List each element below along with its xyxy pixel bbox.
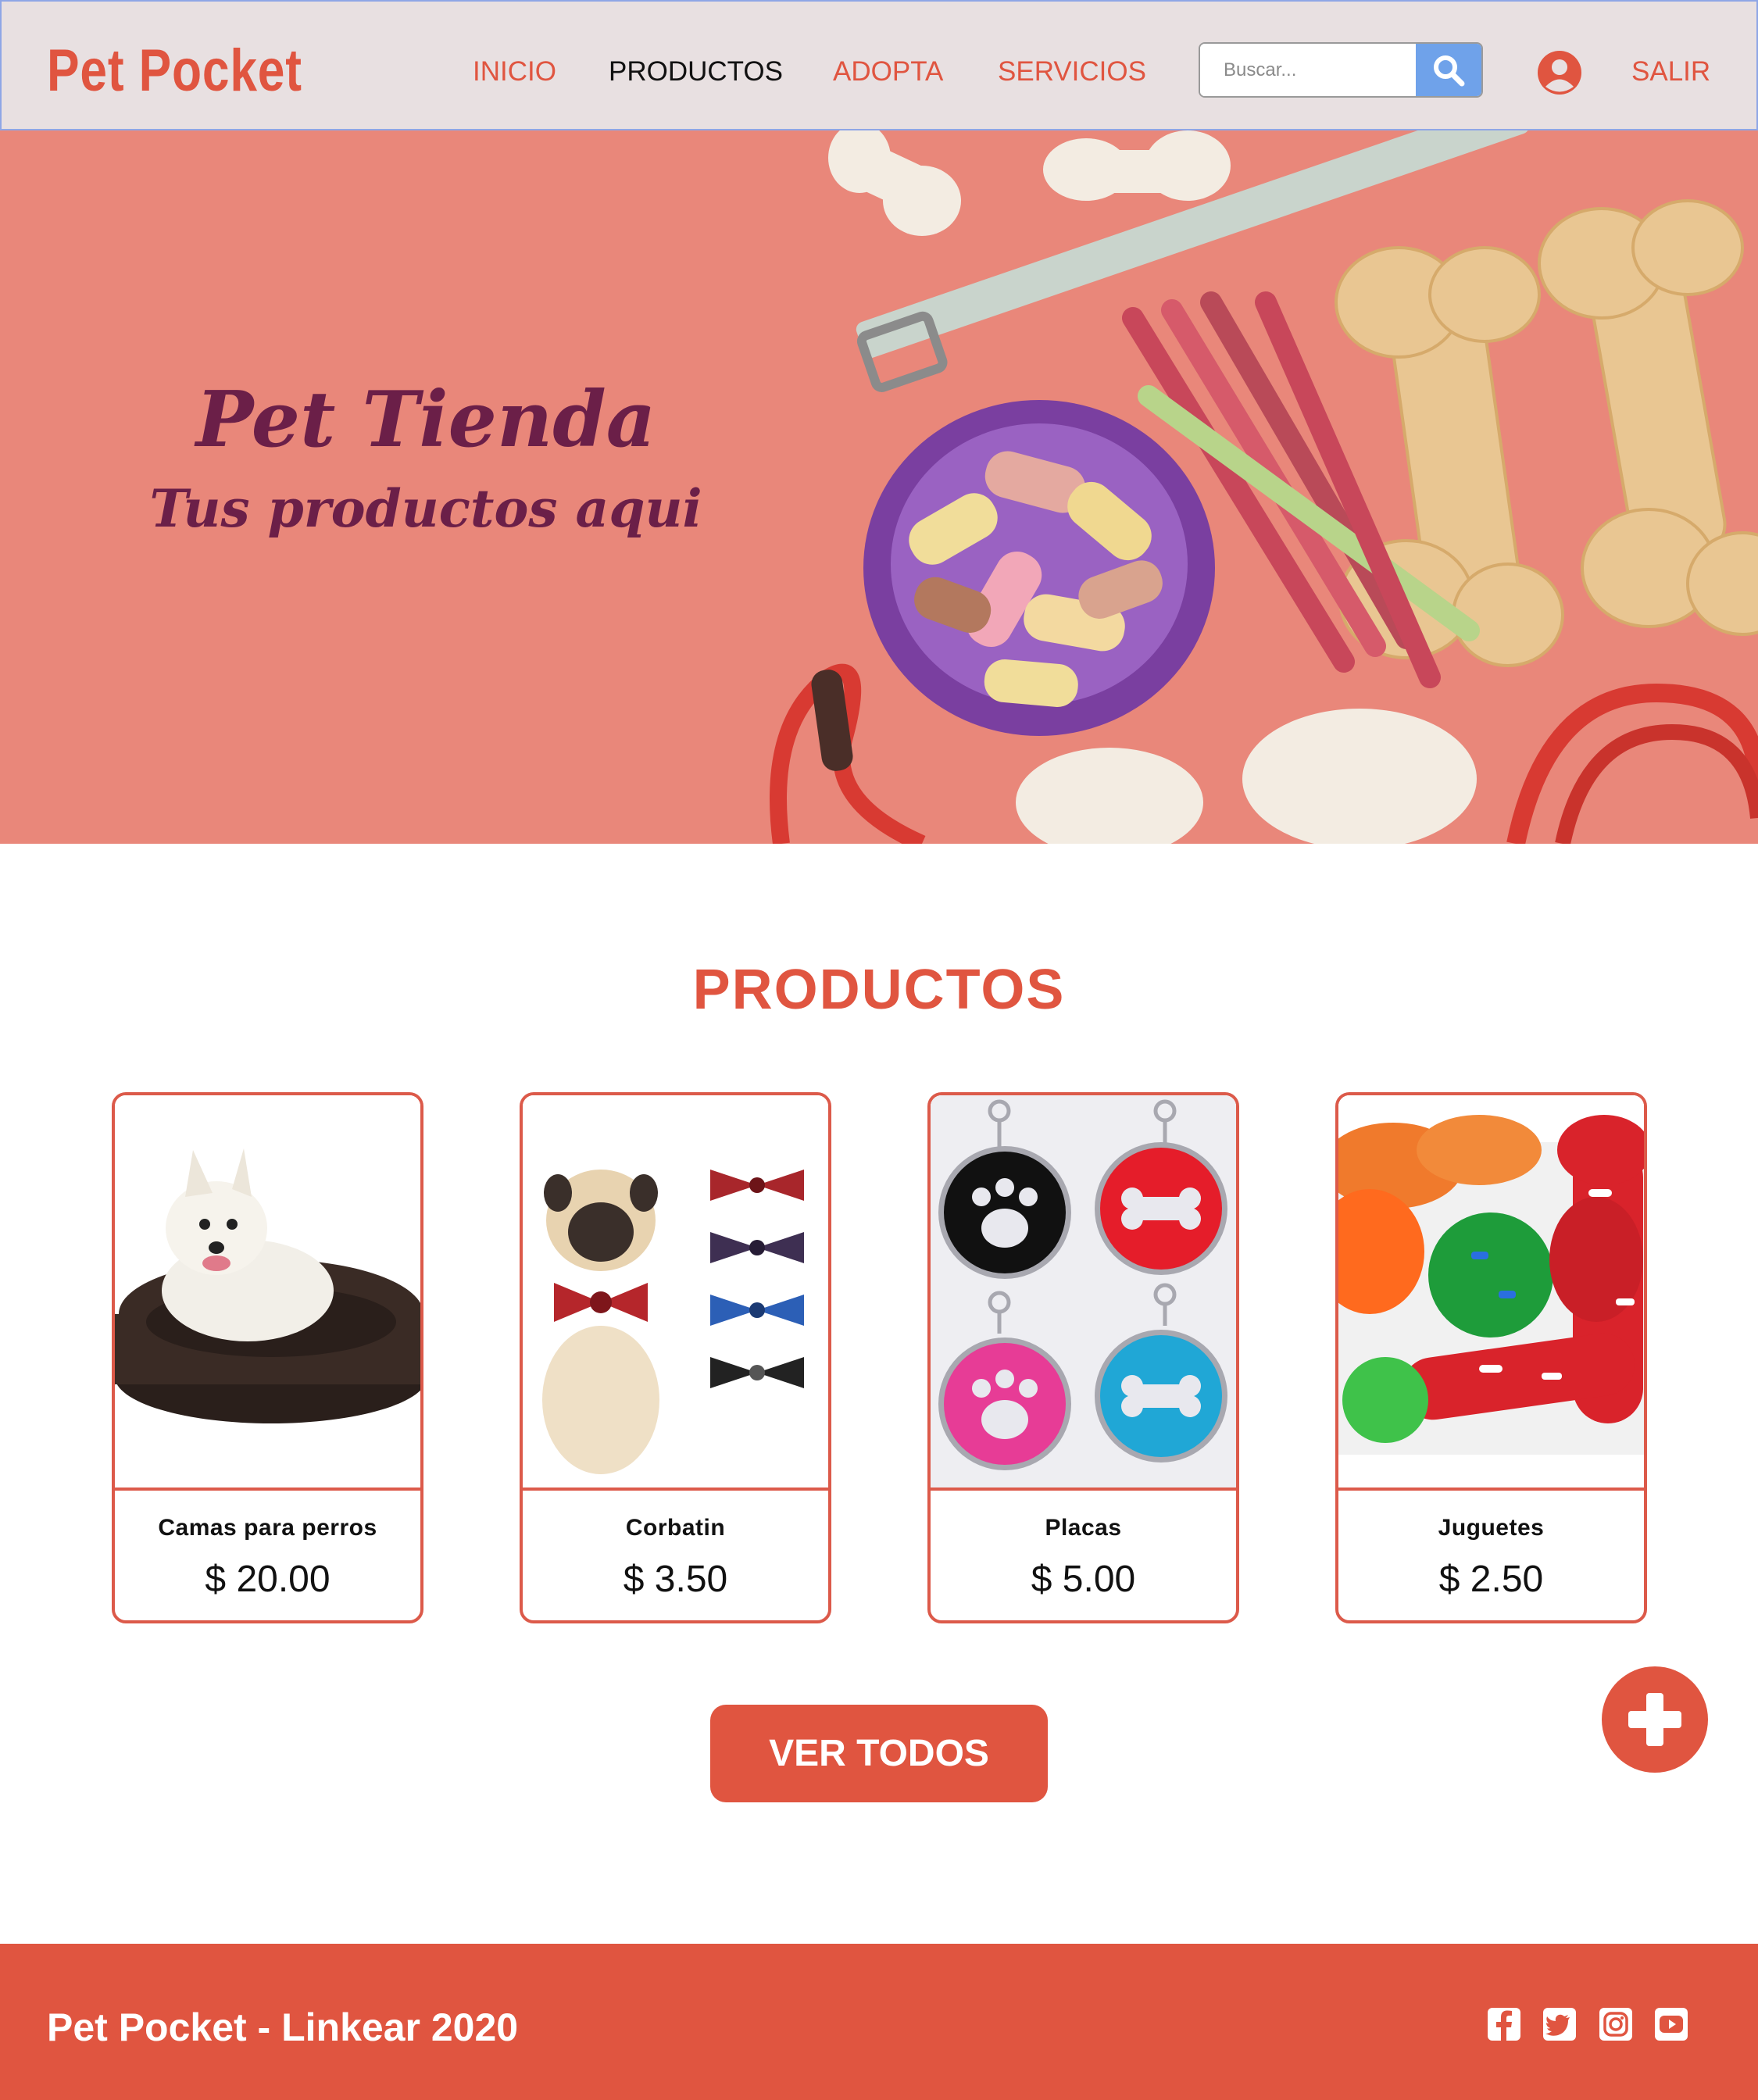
product-card[interactable]: Camas para perros $ 20.00 <box>112 1092 423 1623</box>
footer-copyright: Pet Pocket - Linkear 2020 <box>47 2005 519 2049</box>
hero-title: Pet Tienda <box>195 375 656 465</box>
nav-link-adopta[interactable]: ADOPTA <box>833 56 943 88</box>
brand-logo[interactable]: Pet Pocket <box>47 36 302 106</box>
product-price: $ 20.00 <box>205 1559 331 1600</box>
product-price: $ 5.00 <box>1031 1559 1136 1600</box>
search-button[interactable] <box>1416 44 1481 96</box>
nav-link-inicio[interactable]: INICIO <box>473 56 556 88</box>
search-input[interactable] <box>1200 44 1416 96</box>
product-card[interactable]: Placas $ 5.00 <box>927 1092 1239 1623</box>
product-image-dog-bed <box>115 1095 420 1491</box>
product-price: $ 3.50 <box>623 1559 728 1600</box>
products-section-title: PRODUCTOS <box>692 959 1066 1021</box>
add-button[interactable] <box>1602 1666 1708 1773</box>
user-account-icon[interactable] <box>1537 50 1582 95</box>
product-image-dog-toys <box>1338 1095 1644 1491</box>
facebook-icon[interactable] <box>1486 2006 1522 2042</box>
instagram-icon[interactable] <box>1598 2006 1634 2042</box>
product-name: Corbatin <box>625 1515 726 1541</box>
product-name: Camas para perros <box>158 1515 377 1541</box>
product-card[interactable]: Corbatin $ 3.50 <box>520 1092 831 1623</box>
search-icon <box>1434 55 1465 86</box>
navbar: Pet Pocket INICIO PRODUCTOS ADOPTA SERVI… <box>0 0 1758 130</box>
hero-subtitle: Tus productos aqui <box>149 478 702 539</box>
product-image-bow-tie <box>523 1095 828 1491</box>
product-name: Placas <box>1045 1515 1122 1541</box>
product-image-pet-tags <box>931 1095 1236 1491</box>
twitter-icon[interactable] <box>1542 2006 1578 2042</box>
view-all-button[interactable]: VER TODOS <box>710 1705 1048 1802</box>
youtube-icon[interactable] <box>1653 2006 1689 2042</box>
footer: Pet Pocket - Linkear 2020 <box>0 1944 1758 2100</box>
search-box <box>1199 42 1483 98</box>
hero-banner: Pet Tienda Tus productos aqui <box>0 130 1758 844</box>
logout-link[interactable]: SALIR <box>1631 56 1710 88</box>
nav-link-productos[interactable]: PRODUCTOS <box>609 56 783 88</box>
product-card[interactable]: Juguetes $ 2.50 <box>1335 1092 1647 1623</box>
nav-link-servicios[interactable]: SERVICIOS <box>998 56 1146 88</box>
product-price: $ 2.50 <box>1438 1559 1544 1600</box>
product-name: Juguetes <box>1438 1515 1545 1541</box>
